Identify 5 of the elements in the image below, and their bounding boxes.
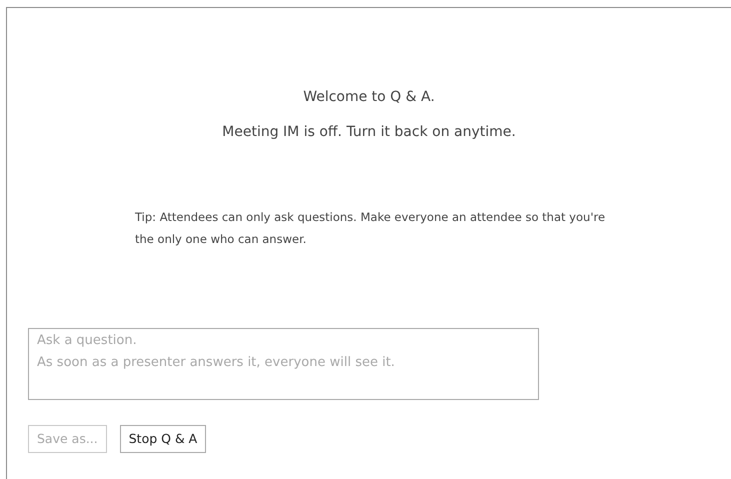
tip-text: Tip: Attendees can only ask questions. Make everyone an attendee so that you're the only one who can answer. <box>135 209 606 248</box>
question-field[interactable]: Ask a question. As soon as a presenter answers it, everyone will see it. <box>28 328 539 400</box>
im-status-text: Meeting IM is off. Turn it back on anytime. <box>221 123 517 142</box>
stop-qa-button[interactable]: Stop Q & A <box>120 425 206 453</box>
welcome-text: Welcome to Q & A. <box>302 88 436 107</box>
